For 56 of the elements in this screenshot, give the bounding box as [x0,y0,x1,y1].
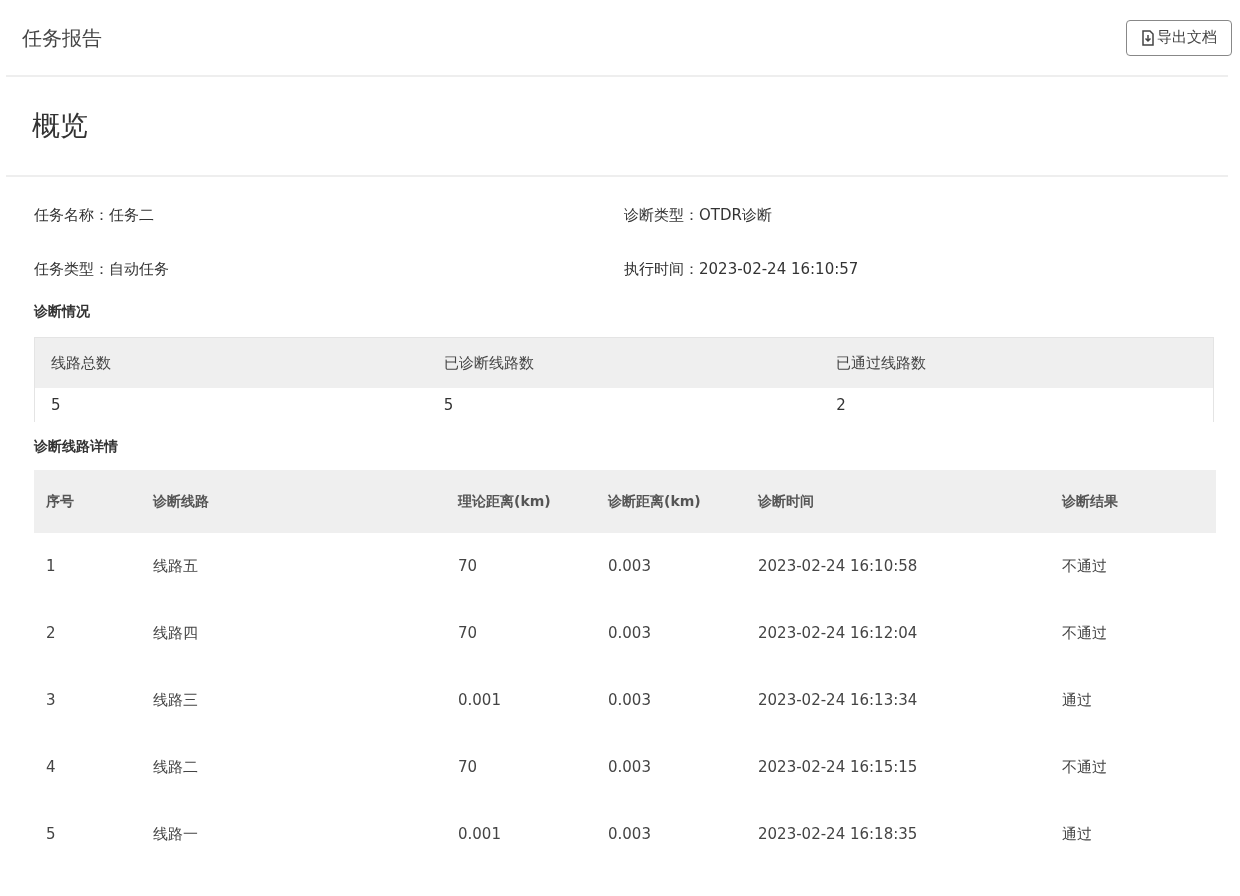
table-cell-text: 0.001 [457,690,502,712]
page-title: 任务报告 [22,24,102,52]
table-cell-text: 1 [45,556,57,578]
field-label: 执行时间： [624,258,699,280]
table-cell-text: 线路一 [152,824,199,846]
table-cell-text: 4 [45,757,57,779]
document-download-icon [1141,29,1155,46]
table-cell-text: 0.003 [607,623,652,645]
table-cell-text: 0.003 [607,824,652,846]
column-header: 线路总数 [50,352,112,374]
column-header: 诊断时间 [756,492,815,511]
subsection-title: 诊断情况 [34,302,91,321]
table-cell-text: 5 [442,394,455,416]
table-cell-text: 0.003 [607,690,652,712]
table-cell-text: 70 [457,556,479,578]
field-value: 任务二 [109,204,154,226]
table-cell-text: 2023-02-24 16:15:15 [757,757,919,779]
column-header: 诊断结果 [1060,492,1119,511]
section-title: 概览 [32,108,88,144]
table-cell-text: 2023-02-24 16:12:04 [757,623,919,645]
column-header: 已诊断线路数 [442,352,535,374]
table-cell-text: 不通过 [1061,757,1108,779]
column-header: 诊断距离(km) [606,492,702,511]
column-header: 序号 [45,492,75,511]
subsection-title: 诊断线路详情 [34,437,119,456]
table-cell-text: 线路五 [152,556,199,578]
field-value: 2023-02-24 16:10:57 [699,258,859,280]
table-cell-text: 2023-02-24 16:10:58 [757,556,919,578]
table-cell-text: 线路四 [152,623,199,645]
table-cell-text: 2023-02-24 16:13:34 [757,690,919,712]
table-cell-text: 线路二 [152,757,199,779]
table-cell-text: 2023-02-24 16:18:35 [757,824,919,846]
column-header: 诊断线路 [151,492,210,511]
export-button[interactable]: 导出文档 [1126,19,1232,56]
field-label: 诊断类型： [624,204,699,226]
table-cell-text: 3 [45,690,57,712]
table-cell-text: 2 [45,623,57,645]
table-cell-text: 不通过 [1061,556,1108,578]
table-cell-text: 0.001 [457,824,502,846]
table-cell-text: 70 [457,623,479,645]
column-header: 已通过线路数 [835,352,928,374]
table-cell-text: 线路三 [152,690,199,712]
table-cell-text: 0.003 [607,757,652,779]
column-header: 理论距离(km) [456,492,552,511]
table-cell-text: 不通过 [1061,623,1108,645]
field-value: OTDR诊断 [699,204,772,226]
table-cell-text: 通过 [1061,690,1093,712]
table-cell-text: 0.003 [607,556,652,578]
table-cell-text: 5 [50,394,62,416]
table-cell-text: 70 [457,757,479,779]
field-label: 任务名称： [34,204,109,226]
field-label: 任务类型： [34,258,109,280]
table-cell-text: 通过 [1061,824,1093,846]
table-cell-text: 2 [835,394,847,416]
table-cell-text: 5 [45,824,57,846]
field-value: 自动任务 [109,258,169,280]
